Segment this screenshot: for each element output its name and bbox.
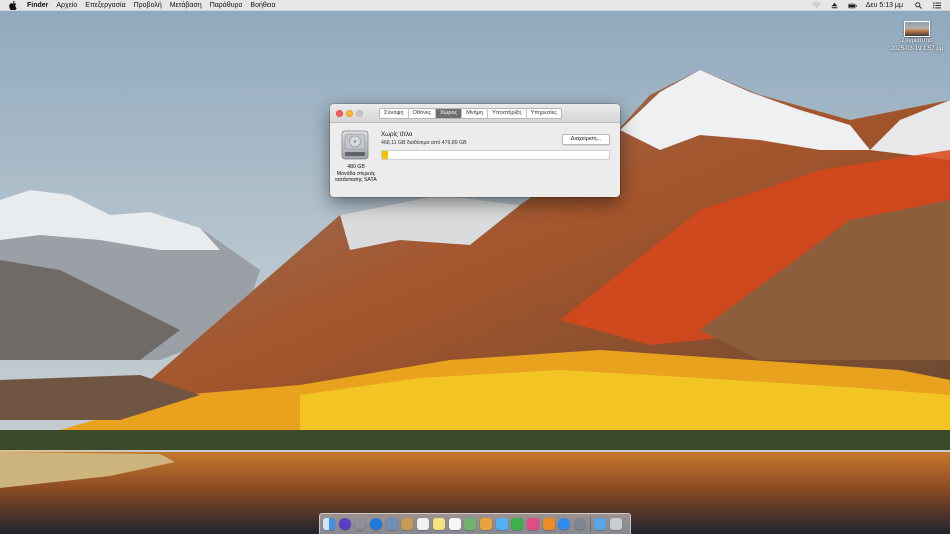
menu-edit[interactable]: Επεξεργασία xyxy=(85,0,125,11)
tab-memory[interactable]: Μνήμη xyxy=(462,109,489,118)
disk-caption: 480 GB Μονάδα στερεάς κατάστασης SATA xyxy=(330,164,382,184)
storage-pane: 480 GB Μονάδα στερεάς κατάστασης SATA Χω… xyxy=(330,123,620,197)
safari-icon[interactable] xyxy=(370,518,383,530)
window-titlebar[interactable]: Σύνοψη Οθόνες Χώρος Μνήμη Υποστήριξη Υπη… xyxy=(330,104,620,123)
launchpad-icon[interactable] xyxy=(354,518,367,530)
finder-icon[interactable] xyxy=(323,518,335,530)
downloads-folder-icon[interactable] xyxy=(594,518,607,530)
spotlight-search-icon[interactable] xyxy=(914,1,923,10)
ibooks-icon[interactable] xyxy=(542,518,555,530)
menu-help[interactable]: Βοήθεια xyxy=(250,0,275,11)
itunes-icon[interactable] xyxy=(526,518,539,530)
menu-extras: Δευ 5:13 μμ xyxy=(811,0,950,11)
messages-icon[interactable] xyxy=(495,518,508,530)
tab-displays[interactable]: Οθόνες xyxy=(409,109,437,118)
volume-free-space: 468,11 GB διαθέσιμα από 479,89 GB xyxy=(381,140,467,146)
menu-view[interactable]: Προβολή xyxy=(134,0,162,11)
tab-support[interactable]: Υποστήριξη xyxy=(488,109,527,118)
wifi-icon[interactable] xyxy=(811,1,821,10)
manage-storage-button[interactable]: Διαχείριση... xyxy=(562,134,610,145)
desktop-file-name: Στιγμιότυπο xyxy=(901,38,933,44)
menu-window[interactable]: Παράθυρο xyxy=(210,0,243,11)
hard-disk-icon xyxy=(341,130,369,160)
notification-center-icon[interactable] xyxy=(932,1,941,10)
eject-icon[interactable] xyxy=(830,1,839,10)
battery-icon[interactable] xyxy=(847,1,857,10)
window-zoom-button xyxy=(356,110,363,117)
notes-icon[interactable] xyxy=(432,518,445,530)
disk-type-label-line2: κατάστασης SATA xyxy=(335,177,377,183)
photos-icon[interactable] xyxy=(479,518,492,530)
contacts-icon[interactable] xyxy=(401,518,414,530)
tab-service[interactable]: Υπηρεσίες xyxy=(527,109,561,118)
facetime-icon[interactable] xyxy=(511,518,524,530)
menu-clock[interactable]: Δευ 5:13 μμ xyxy=(866,0,903,11)
window-minimize-button[interactable] xyxy=(346,110,353,117)
trash-icon[interactable] xyxy=(610,518,623,530)
about-this-mac-window: Σύνοψη Οθόνες Χώρος Μνήμη Υποστήριξη Υπη… xyxy=(330,104,620,197)
siri-icon[interactable] xyxy=(338,518,351,530)
storage-usage-bar xyxy=(381,150,610,160)
apple-menu-icon[interactable] xyxy=(9,0,18,10)
system-preferences-icon[interactable] xyxy=(574,518,586,530)
calendar-icon[interactable] xyxy=(417,518,430,530)
tab-storage[interactable]: Χώρος xyxy=(436,109,463,118)
reminders-icon[interactable] xyxy=(448,518,461,530)
desktop-wallpaper xyxy=(0,0,950,534)
tab-overview[interactable]: Σύνοψη xyxy=(380,109,409,118)
storage-usage-fill xyxy=(382,151,388,159)
tab-bar: Σύνοψη Οθόνες Χώρος Μνήμη Υποστήριξη Υπη… xyxy=(379,108,562,119)
menu-app-name[interactable]: Finder xyxy=(27,0,48,11)
desktop-file-date: 2025-03-19 1:57 μμ xyxy=(890,46,944,52)
dock-separator xyxy=(589,516,591,532)
menu-go[interactable]: Μετάβαση xyxy=(170,0,202,11)
menu-bar: Finder Αρχείο Επεξεργασία Προβολή Μετάβα… xyxy=(0,0,950,11)
screenshot-thumbnail-icon xyxy=(904,21,930,37)
app-store-icon[interactable] xyxy=(558,518,571,530)
volume-name: Χωρίς τίτλο xyxy=(381,131,413,138)
desktop-screenshot-file[interactable]: Στιγμιότυπο 2025-03-19 1:57 μμ xyxy=(885,21,949,53)
mail-icon[interactable] xyxy=(385,518,398,530)
dock xyxy=(319,513,631,534)
menu-file[interactable]: Αρχείο xyxy=(56,0,77,11)
maps-icon[interactable] xyxy=(464,518,477,530)
window-close-button[interactable] xyxy=(336,110,343,117)
